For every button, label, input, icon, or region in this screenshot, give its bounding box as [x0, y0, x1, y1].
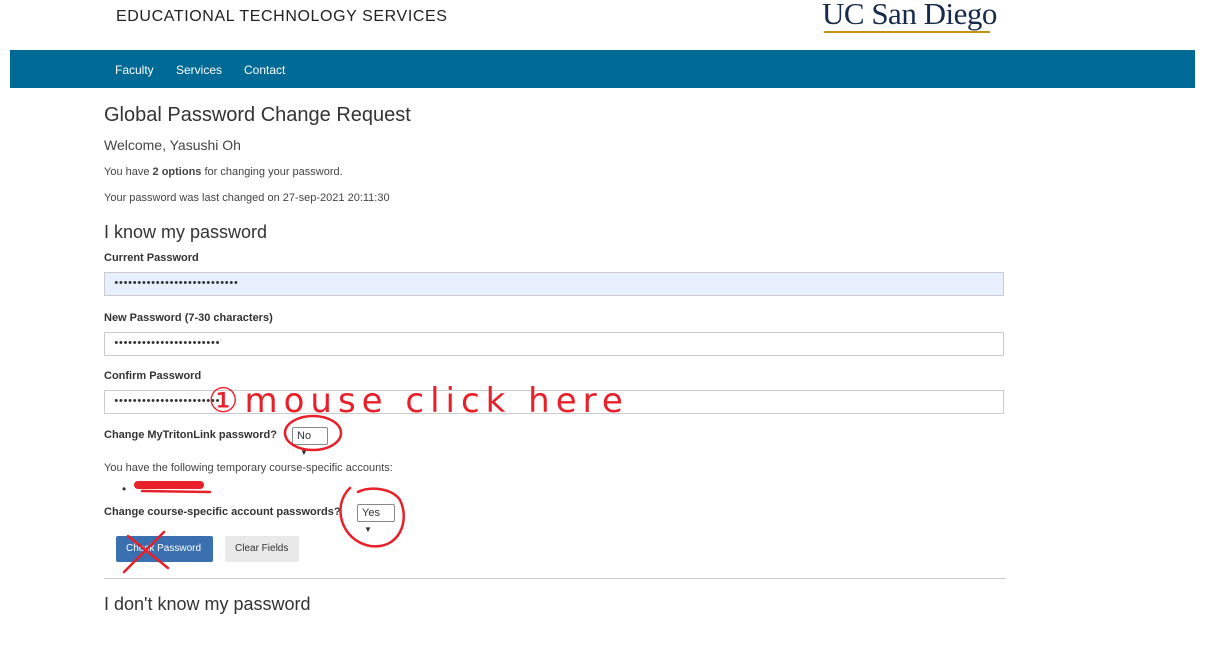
page-title: Global Password Change Request: [104, 104, 411, 126]
check-password-button[interactable]: Check Password: [116, 536, 213, 562]
navbar: Faculty Services Contact: [10, 50, 1195, 88]
annotation-underline: [140, 489, 212, 494]
mytritonlink-select-value: No: [297, 430, 312, 442]
redacted-course-account: [134, 481, 204, 489]
options-suffix: for changing your password.: [201, 166, 343, 178]
logo-underline: [824, 31, 990, 33]
new-password-label: New Password (7-30 characters): [104, 312, 273, 324]
section-title-know-password: I know my password: [104, 222, 268, 242]
new-password-input[interactable]: •••••••••••••••••••••••: [104, 332, 1004, 356]
confirm-password-label: Confirm Password: [104, 370, 202, 382]
course-accounts-text: You have the following temporary course-…: [104, 462, 393, 474]
options-prefix: You have: [104, 166, 153, 178]
ucsd-logo[interactable]: UC San Diego: [822, 0, 997, 34]
section-divider: [104, 578, 1006, 579]
nav-contact[interactable]: Contact: [244, 63, 285, 77]
options-count: 2 options: [152, 166, 202, 178]
section-title-dont-know-password: I don't know my password: [104, 594, 311, 614]
mytritonlink-select[interactable]: No ▼: [292, 427, 328, 457]
current-password-input[interactable]: •••••••••••••••••••••••••••: [104, 272, 1004, 296]
course-accounts-label: Change course-specific account passwords…: [104, 506, 341, 518]
clear-fields-button[interactable]: Clear Fields: [225, 536, 299, 562]
chevron-down-icon: ▼: [300, 448, 308, 457]
course-accounts-select-value: Yes: [362, 507, 380, 519]
course-accounts-select[interactable]: Yes ▼: [357, 504, 395, 534]
mytritonlink-label: Change MyTritonLink password?: [104, 429, 277, 441]
current-password-label: Current Password: [104, 252, 199, 264]
site-title: EDUCATIONAL TECHNOLOGY SERVICES: [116, 8, 448, 25]
nav-faculty[interactable]: Faculty: [115, 63, 154, 77]
course-account-bullet: •: [122, 482, 127, 496]
welcome-text: Welcome, Yasushi Oh: [104, 137, 241, 153]
last-changed-text: Your password was last changed on 27-sep…: [104, 192, 390, 204]
confirm-password-input[interactable]: •••••••••••••••••••••••: [104, 390, 1004, 414]
options-text: You have 2 options for changing your pas…: [104, 166, 343, 178]
chevron-down-icon: ▼: [364, 525, 372, 534]
nav-services[interactable]: Services: [176, 63, 222, 77]
